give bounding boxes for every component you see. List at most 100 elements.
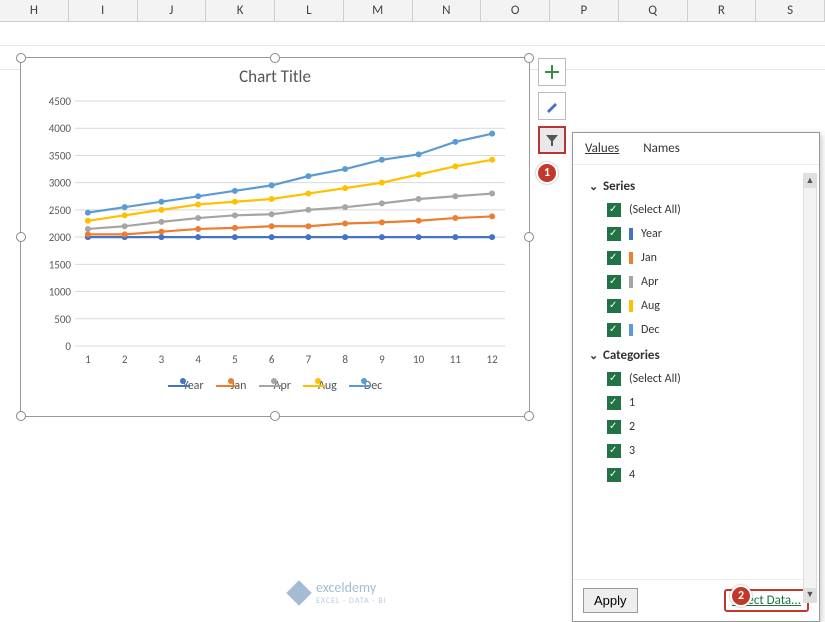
apply-button[interactable]: Apply bbox=[583, 588, 638, 613]
resize-handle[interactable] bbox=[524, 411, 534, 421]
svg-text:1: 1 bbox=[85, 353, 91, 366]
category-item[interactable]: 3 bbox=[589, 439, 809, 463]
tab-names[interactable]: Names bbox=[643, 141, 680, 156]
svg-text:8: 8 bbox=[342, 353, 348, 366]
series-item[interactable]: Jan bbox=[589, 246, 809, 270]
svg-text:3000: 3000 bbox=[49, 177, 72, 190]
checkbox-icon bbox=[607, 372, 621, 386]
checkbox-icon bbox=[607, 396, 621, 410]
resize-handle[interactable] bbox=[16, 411, 26, 421]
svg-text:2500: 2500 bbox=[49, 204, 72, 217]
svg-text:500: 500 bbox=[54, 313, 71, 326]
chart-styles-button[interactable] bbox=[538, 92, 566, 120]
svg-text:5: 5 bbox=[232, 353, 238, 366]
brush-icon bbox=[545, 99, 559, 113]
svg-text:2000: 2000 bbox=[49, 231, 72, 244]
svg-text:4500: 4500 bbox=[49, 95, 72, 108]
resize-handle[interactable] bbox=[16, 53, 26, 63]
legend-item[interactable]: Year bbox=[168, 379, 204, 393]
chart-legend[interactable]: Year Jan Apr Aug Dec bbox=[21, 371, 529, 399]
legend-item[interactable]: Dec bbox=[349, 379, 382, 393]
checkbox-icon bbox=[607, 275, 621, 289]
series-item[interactable]: Apr bbox=[589, 270, 809, 294]
column-header[interactable]: Q bbox=[619, 0, 688, 21]
scroll-down-icon[interactable]: ▼ bbox=[804, 588, 816, 602]
legend-item[interactable]: Apr bbox=[259, 379, 291, 393]
column-header[interactable]: L bbox=[275, 0, 344, 21]
chart-filters-button[interactable] bbox=[538, 126, 566, 154]
series-item[interactable]: Year bbox=[589, 222, 809, 246]
column-header[interactable]: H bbox=[0, 0, 69, 21]
svg-text:4: 4 bbox=[195, 353, 201, 366]
checkbox-icon bbox=[607, 227, 621, 241]
svg-text:12: 12 bbox=[487, 353, 499, 366]
spreadsheet-grid: Chart Title 0500100015002000250030003500… bbox=[0, 22, 825, 617]
column-header[interactable]: S bbox=[756, 0, 825, 21]
svg-text:10: 10 bbox=[413, 353, 425, 366]
series-select-all[interactable]: (Select All) bbox=[589, 198, 809, 222]
legend-item[interactable]: Jan bbox=[216, 379, 247, 393]
chevron-down-icon: ⌄ bbox=[589, 349, 599, 362]
funnel-icon bbox=[545, 133, 559, 147]
column-header[interactable]: O bbox=[481, 0, 550, 21]
resize-handle[interactable] bbox=[16, 232, 26, 242]
svg-text:7: 7 bbox=[306, 353, 312, 366]
checkbox-icon bbox=[607, 203, 621, 217]
resize-handle[interactable] bbox=[270, 411, 280, 421]
logo-icon bbox=[286, 580, 311, 605]
callout-2: 2 bbox=[730, 585, 752, 607]
column-header[interactable]: J bbox=[138, 0, 207, 21]
svg-text:2: 2 bbox=[122, 353, 128, 366]
categories-select-all[interactable]: (Select All) bbox=[589, 367, 809, 391]
resize-handle[interactable] bbox=[524, 232, 534, 242]
color-swatch bbox=[629, 276, 633, 288]
series-item[interactable]: Dec bbox=[589, 318, 809, 342]
svg-text:4000: 4000 bbox=[49, 122, 72, 135]
color-swatch bbox=[629, 324, 633, 336]
checkbox-icon bbox=[607, 251, 621, 265]
checkbox-icon bbox=[607, 323, 621, 337]
watermark: exceldemy EXCEL · DATA · BI bbox=[290, 579, 387, 606]
legend-item[interactable]: Aug bbox=[303, 379, 337, 393]
column-header[interactable]: P bbox=[550, 0, 619, 21]
chevron-down-icon: ⌄ bbox=[589, 180, 599, 193]
chart-side-buttons bbox=[538, 58, 566, 154]
tab-values[interactable]: Values bbox=[585, 141, 619, 156]
category-item[interactable]: 4 bbox=[589, 463, 809, 487]
column-headers: HIJKLMNOPQRS bbox=[0, 0, 825, 22]
checkbox-icon bbox=[607, 468, 621, 482]
column-header[interactable]: I bbox=[69, 0, 138, 21]
svg-text:1500: 1500 bbox=[49, 258, 72, 271]
series-group-header[interactable]: ⌄Series bbox=[589, 173, 809, 198]
popup-footer: Apply Select Data... bbox=[573, 579, 819, 621]
checkbox-icon bbox=[607, 420, 621, 434]
checkbox-icon bbox=[607, 299, 621, 313]
svg-text:3: 3 bbox=[159, 353, 165, 366]
chart-plot-area[interactable]: 0500100015002000250030003500400045001234… bbox=[35, 91, 515, 371]
chart-object[interactable]: Chart Title 0500100015002000250030003500… bbox=[20, 57, 530, 417]
color-swatch bbox=[629, 252, 633, 264]
categories-group-header[interactable]: ⌄Categories bbox=[589, 342, 809, 367]
popup-tabs: Values Names bbox=[573, 133, 819, 165]
column-header[interactable]: K bbox=[206, 0, 275, 21]
column-header[interactable]: M bbox=[344, 0, 413, 21]
svg-text:6: 6 bbox=[269, 353, 275, 366]
category-item[interactable]: 2 bbox=[589, 415, 809, 439]
resize-handle[interactable] bbox=[270, 53, 280, 63]
svg-text:11: 11 bbox=[450, 353, 462, 366]
chart-filter-popup: Values Names ▲ ▼ ⌄Series (Select All) Ye… bbox=[572, 132, 820, 622]
checkbox-icon bbox=[607, 444, 621, 458]
chart-elements-button[interactable] bbox=[538, 58, 566, 86]
svg-text:9: 9 bbox=[379, 353, 385, 366]
resize-handle[interactable] bbox=[524, 53, 534, 63]
category-item[interactable]: 1 bbox=[589, 391, 809, 415]
series-item[interactable]: Aug bbox=[589, 294, 809, 318]
svg-text:1000: 1000 bbox=[49, 286, 72, 299]
svg-text:3500: 3500 bbox=[49, 149, 72, 162]
svg-text:0: 0 bbox=[65, 340, 71, 353]
color-swatch bbox=[629, 300, 633, 312]
column-header[interactable]: R bbox=[688, 0, 757, 21]
callout-1: 1 bbox=[536, 162, 558, 184]
color-swatch bbox=[629, 228, 633, 240]
column-header[interactable]: N bbox=[413, 0, 482, 21]
